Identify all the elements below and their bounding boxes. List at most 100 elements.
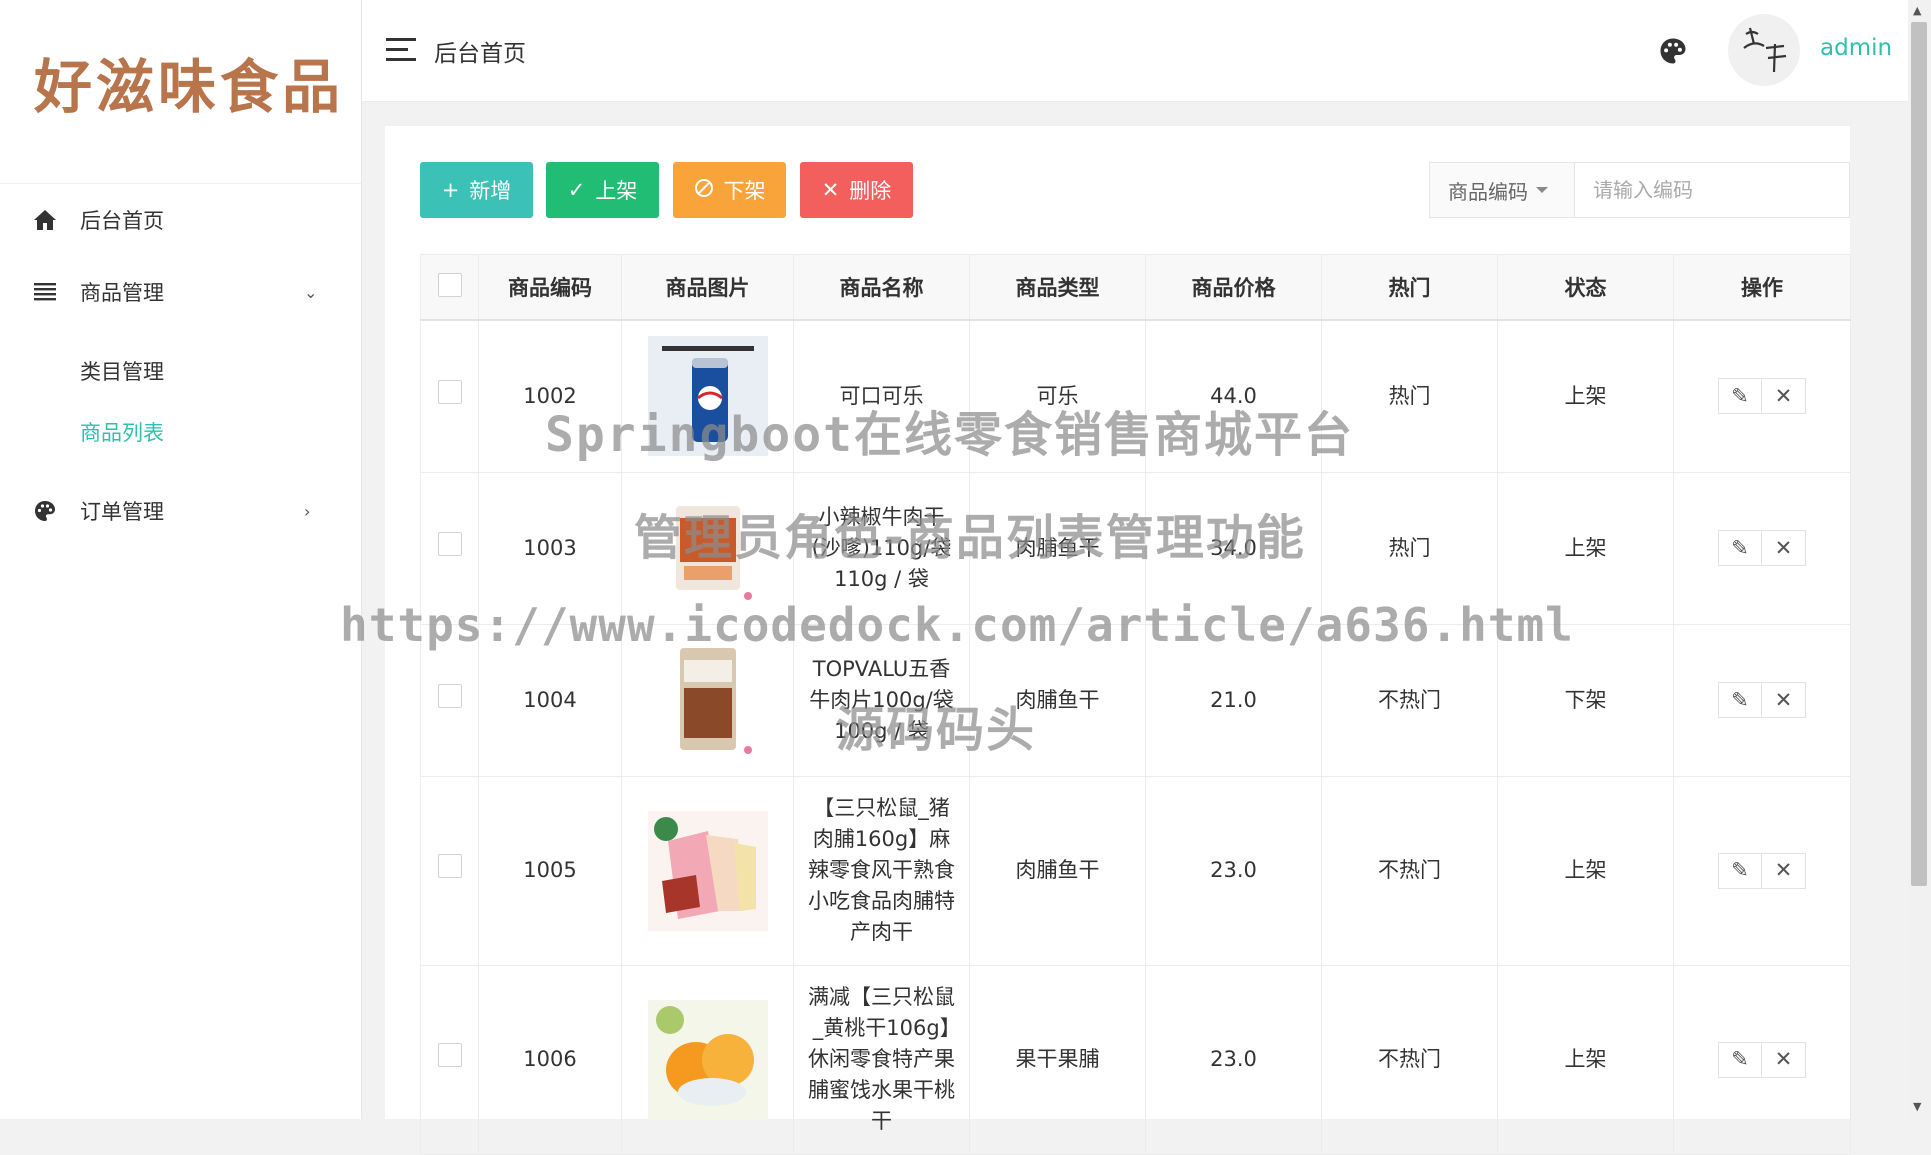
sidebar: 好滋味食品 后台首页 商品管理 ⌄ 类目管理 商品列表 订单管理 › <box>0 0 362 1119</box>
status-badge: 下架 <box>1497 623 1674 777</box>
close-icon: ✕ <box>821 178 840 202</box>
home-icon <box>32 207 58 233</box>
sidebar-divider <box>0 183 361 184</box>
edit-icon[interactable]: ✎ <box>1718 1041 1762 1078</box>
product-type: 果干果脯 <box>969 964 1146 1155</box>
product-price: 44.0 <box>1145 319 1322 473</box>
status-badge: 上架 <box>1497 471 1674 625</box>
column-header: 商品编码 <box>478 254 622 321</box>
product-price: 21.0 <box>1145 623 1322 777</box>
sidebar-item-order-management[interactable]: 订单管理 › <box>0 483 361 539</box>
column-header: 状态 <box>1497 254 1674 321</box>
product-name: 【三只松鼠_猪肉脯160g】麻辣零食风干熟食小吃食品肉脯特产肉干 <box>793 775 970 966</box>
column-header: 商品图片 <box>621 254 794 321</box>
add-button-label: 新增 <box>469 179 512 203</box>
palette-icon <box>32 498 58 524</box>
top-header: 后台首页 admin <box>362 0 1908 102</box>
avatar[interactable] <box>1728 14 1800 86</box>
operations-cell: ✎ ✕ <box>1673 623 1851 777</box>
ban-icon <box>694 178 714 203</box>
remove-icon[interactable]: ✕ <box>1762 1041 1806 1078</box>
product-type: 肉脯鱼干 <box>969 623 1146 777</box>
table-header-row: 商品编码 商品图片 商品名称 商品类型 商品价格 热门 状态 操作 <box>420 254 1851 321</box>
operations-cell: ✎ ✕ <box>1673 319 1851 473</box>
add-button[interactable]: + 新增 <box>420 162 533 218</box>
search-field-select[interactable]: 商品编码 <box>1429 162 1575 218</box>
product-code: 1006 <box>478 964 622 1155</box>
remove-icon[interactable]: ✕ <box>1762 530 1806 566</box>
remove-icon[interactable]: ✕ <box>1762 378 1806 415</box>
row-checkbox[interactable] <box>437 1043 462 1067</box>
product-image-cell <box>621 775 794 966</box>
product-name: 可口可乐 <box>793 319 970 473</box>
search-field-value: 商品编码 <box>1448 179 1528 204</box>
delete-button[interactable]: ✕ 删除 <box>800 162 913 218</box>
scroll-up-icon[interactable]: ▲ <box>1913 4 1921 17</box>
column-header: 商品类型 <box>969 254 1146 321</box>
scrollbar-thumb[interactable] <box>1911 22 1927 886</box>
product-code: 1005 <box>478 775 622 966</box>
chevron-right-icon: › <box>304 501 311 521</box>
sidebar-item-product-management[interactable]: 商品管理 ⌄ <box>0 264 361 320</box>
product-price: 23.0 <box>1145 775 1322 966</box>
column-header: 商品价格 <box>1145 254 1322 321</box>
product-type: 肉脯鱼干 <box>969 471 1146 625</box>
table-row: 1005 【三只松鼠_猪肉脯160g】麻辣零食风干熟食小吃食品肉脯特产肉干 肉脯… <box>420 775 1851 966</box>
select-all-cell[interactable] <box>420 254 479 321</box>
operations-cell: ✎ ✕ <box>1673 471 1851 625</box>
edit-icon[interactable]: ✎ <box>1718 378 1762 415</box>
select-all-checkbox[interactable] <box>437 272 462 297</box>
logo: 好滋味食品 <box>34 53 345 121</box>
off-shelf-button-label: 下架 <box>723 179 766 203</box>
take-off-shelf-button[interactable]: 下架 <box>673 162 786 218</box>
product-image-cell <box>621 964 794 1155</box>
caret-down-icon <box>1536 187 1548 193</box>
search-input[interactable] <box>1574 162 1850 218</box>
row-checkbox[interactable] <box>437 379 462 404</box>
edit-icon[interactable]: ✎ <box>1718 682 1762 718</box>
content-card: + 新增 ✓ 上架 下架 ✕ 删除 商品编码 商品编码 商品图片 商品名称 <box>385 126 1851 1155</box>
row-checkbox[interactable] <box>437 531 462 556</box>
chevron-down-icon: ⌄ <box>304 282 318 302</box>
remove-icon[interactable]: ✕ <box>1762 682 1806 718</box>
product-type: 可乐 <box>969 319 1146 473</box>
hot-badge: 热门 <box>1321 471 1498 625</box>
product-image-cola <box>647 336 768 457</box>
page-title: 后台首页 <box>434 41 526 67</box>
edit-icon[interactable]: ✎ <box>1718 530 1762 566</box>
hot-badge: 不热门 <box>1321 964 1498 1155</box>
theme-palette-icon[interactable] <box>1658 36 1688 66</box>
product-name: 满减【三只松鼠_黄桃干106g】休闲零食特产果脯蜜饯水果干桃干 <box>793 964 970 1155</box>
table-row: 1004 TOPVALU五香牛肉片100g/袋 100g / 袋 肉脯鱼干 21… <box>420 623 1851 777</box>
product-image-beef <box>647 488 768 608</box>
column-header: 热门 <box>1321 254 1498 321</box>
menu-toggle-icon[interactable] <box>386 38 416 62</box>
product-type: 肉脯鱼干 <box>969 775 1146 966</box>
row-checkbox[interactable] <box>437 854 462 878</box>
list-icon <box>32 279 58 305</box>
product-image-dried-peach <box>647 999 768 1120</box>
list-on-shelf-button[interactable]: ✓ 上架 <box>546 162 659 218</box>
admin-username[interactable]: admin <box>1820 35 1892 61</box>
edit-icon[interactable]: ✎ <box>1718 852 1762 889</box>
status-badge: 上架 <box>1497 319 1674 473</box>
sidebar-subitem-category[interactable]: 类目管理 <box>80 356 164 386</box>
sidebar-subitem-product-list[interactable]: 商品列表 <box>80 417 164 447</box>
product-code: 1004 <box>478 623 622 777</box>
column-header: 操作 <box>1673 254 1851 321</box>
product-image-cell <box>621 471 794 625</box>
table-row: 1002 可口可乐 可乐 44.0 热门 上架 ✎ ✕ <box>420 319 1851 473</box>
sidebar-item-label: 后台首页 <box>80 209 164 233</box>
table-row: 1003 小辣椒牛肉干(沙嗲)110g/袋 110g / 袋 肉脯鱼干 34.0… <box>420 471 1851 625</box>
sidebar-item-label: 订单管理 <box>80 500 164 524</box>
operations-cell: ✎ ✕ <box>1673 964 1851 1155</box>
product-image-beef-slices <box>647 640 768 760</box>
product-image-cell <box>621 623 794 777</box>
hot-badge: 热门 <box>1321 319 1498 473</box>
scroll-down-icon[interactable]: ▼ <box>1913 1100 1921 1113</box>
remove-icon[interactable]: ✕ <box>1762 852 1806 889</box>
hot-badge: 不热门 <box>1321 623 1498 777</box>
product-name: 小辣椒牛肉干(沙嗲)110g/袋 110g / 袋 <box>793 471 970 625</box>
row-checkbox[interactable] <box>437 683 462 708</box>
sidebar-item-dashboard[interactable]: 后台首页 <box>0 192 361 248</box>
